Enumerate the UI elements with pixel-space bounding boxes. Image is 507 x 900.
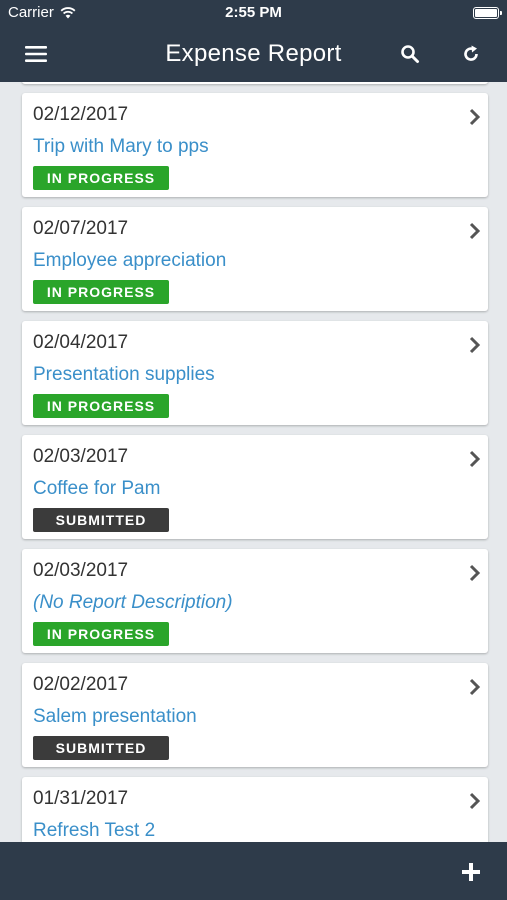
status-badge: IN PROGRESS (33, 280, 169, 304)
report-description[interactable]: Presentation supplies (33, 364, 215, 386)
list-item[interactable]: 02/12/2017 Trip with Mary to pps IN PROG… (22, 93, 488, 197)
report-date: 02/02/2017 (33, 674, 129, 695)
status-badge: IN PROGRESS (33, 394, 169, 418)
chevron-right-icon (469, 678, 481, 696)
report-date: 02/03/2017 (33, 560, 129, 581)
app-header: Expense Report (0, 26, 507, 82)
chevron-right-icon (469, 336, 481, 354)
status-badge: IN PROGRESS (33, 166, 169, 190)
chevron-right-icon (469, 222, 481, 240)
chevron-right-icon (469, 108, 481, 126)
add-report-button[interactable] (453, 854, 489, 890)
status-badge: IN PROGRESS (33, 622, 169, 646)
bottom-toolbar (0, 842, 507, 900)
report-date: 02/12/2017 (33, 104, 129, 125)
report-description[interactable]: Coffee for Pam (33, 478, 160, 500)
report-date: 02/03/2017 (33, 446, 129, 467)
report-description[interactable]: Salem presentation (33, 706, 197, 728)
status-time: 2:55 PM (225, 4, 282, 21)
report-date: 01/31/2017 (33, 788, 129, 809)
report-list[interactable]: 02/12/2017 Trip with Mary to pps IN PROG… (0, 82, 507, 842)
report-description[interactable]: Trip with Mary to pps (33, 136, 209, 158)
chevron-right-icon (469, 792, 481, 810)
list-item[interactable]: 01/31/2017 Refresh Test 2 (22, 777, 488, 842)
list-item[interactable]: 02/03/2017 Coffee for Pam SUBMITTED (22, 435, 488, 539)
report-description[interactable]: Employee appreciation (33, 250, 226, 272)
plus-icon (462, 863, 480, 881)
chevron-right-icon (469, 564, 481, 582)
chevron-right-icon (469, 450, 481, 468)
report-date: 02/04/2017 (33, 332, 129, 353)
list-item[interactable]: 02/04/2017 Presentation supplies IN PROG… (22, 321, 488, 425)
page-title: Expense Report (165, 40, 342, 67)
search-button[interactable] (390, 34, 430, 74)
search-icon (401, 45, 419, 63)
report-description[interactable]: (No Report Description) (33, 592, 233, 614)
report-description[interactable]: Refresh Test 2 (33, 820, 155, 842)
battery-icon (473, 7, 502, 19)
status-bar: Carrier 2:55 PM (0, 0, 507, 26)
list-item[interactable]: 02/07/2017 Employee appreciation IN PROG… (22, 207, 488, 311)
status-badge: SUBMITTED (33, 508, 169, 532)
list-item[interactable]: 02/03/2017 (No Report Description) IN PR… (22, 549, 488, 653)
report-date: 02/07/2017 (33, 218, 129, 239)
list-item-partial[interactable] (22, 82, 488, 84)
refresh-icon (464, 45, 478, 61)
status-badge: SUBMITTED (33, 736, 169, 760)
list-item[interactable]: 02/02/2017 Salem presentation SUBMITTED (22, 663, 488, 767)
refresh-button[interactable] (451, 34, 491, 74)
